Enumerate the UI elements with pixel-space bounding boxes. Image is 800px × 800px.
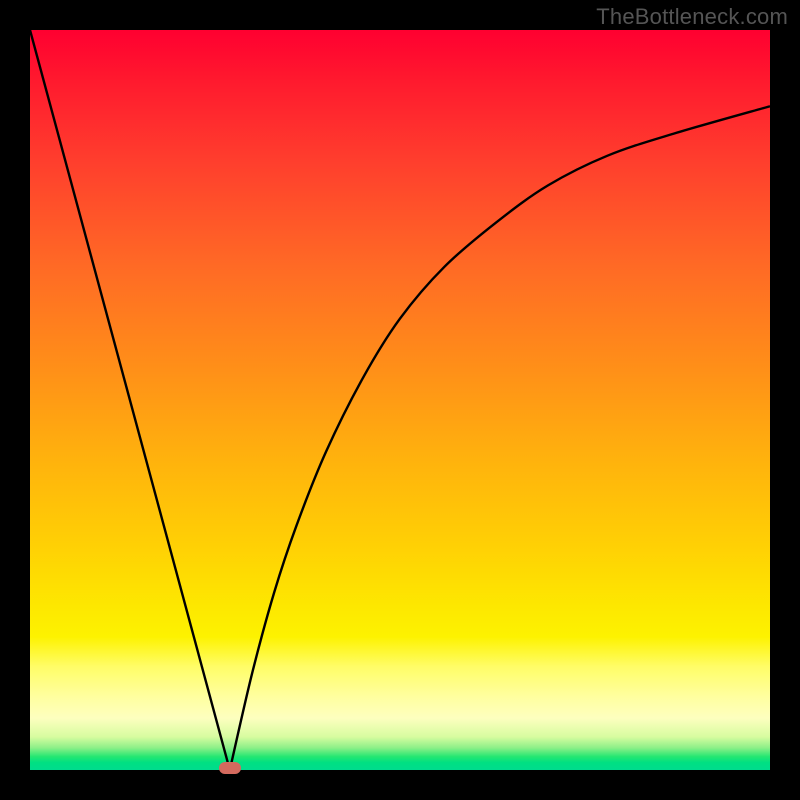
curve-left-branch xyxy=(30,30,230,770)
watermark-text: TheBottleneck.com xyxy=(596,4,788,30)
curve-right-branch xyxy=(230,106,770,770)
curve-svg xyxy=(30,30,770,770)
chart-frame: TheBottleneck.com xyxy=(0,0,800,800)
minimum-marker xyxy=(219,762,241,774)
plot-area xyxy=(30,30,770,770)
